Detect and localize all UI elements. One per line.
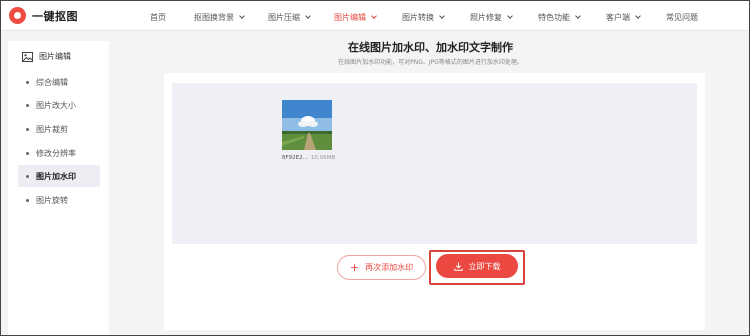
plus-icon: + bbox=[349, 261, 360, 274]
nav-image-edit[interactable]: 图片编辑 bbox=[334, 12, 377, 23]
nav-special-features[interactable]: 特色功能 bbox=[538, 12, 581, 23]
sidebar-item-label: 图片裁剪 bbox=[36, 124, 68, 134]
sidebar-item-label: 图片改大小 bbox=[36, 100, 76, 110]
chevron-down-icon bbox=[439, 13, 445, 19]
sidebar-heading-label: 图片编辑 bbox=[39, 52, 71, 61]
nav-label: 照片修复 bbox=[470, 13, 502, 22]
nav-label: 图片编辑 bbox=[334, 13, 366, 22]
chevron-down-icon bbox=[575, 13, 581, 19]
thumbnail-image bbox=[282, 100, 332, 150]
nav-home[interactable]: 首页 bbox=[150, 12, 166, 23]
top-navigation-bar: 一键抠图 首页 抠图换背景 图片压缩 图片编辑 图片转换 照片修复 特色功能 客… bbox=[1, 1, 749, 31]
file-info: 8F92E2... 10.06MB bbox=[282, 155, 335, 161]
nav-image-convert[interactable]: 图片转换 bbox=[402, 12, 445, 23]
nav-label: 首页 bbox=[150, 13, 166, 22]
add-again-label: 再次添加水印 bbox=[365, 263, 414, 272]
watermark-card: 8F92E2... 10.06MB + 再次添加水印 bbox=[164, 73, 705, 330]
add-watermark-again-button[interactable]: + 再次添加水印 bbox=[337, 255, 426, 280]
nav-cutout-background[interactable]: 抠图换背景 bbox=[194, 12, 245, 23]
bullet bbox=[26, 127, 29, 131]
upload-dropzone[interactable]: 8F92E2... 10.06MB bbox=[172, 83, 697, 244]
file-name: 8F92E2... bbox=[282, 155, 308, 161]
nav-label: 特色功能 bbox=[538, 13, 570, 22]
page-title: 在线图片加水印、加水印文字制作 bbox=[348, 41, 513, 54]
chevron-down-icon bbox=[305, 13, 311, 19]
download-icon bbox=[453, 262, 463, 271]
nav-client[interactable]: 客户端 bbox=[606, 12, 641, 23]
sidebar: 图片编辑 综合编辑 图片改大小 图片裁剪 修改分辨率 图片加水印 图片旋转 bbox=[8, 41, 109, 336]
chevron-down-icon bbox=[371, 13, 377, 19]
image-thumbnail[interactable] bbox=[282, 100, 332, 150]
chevron-down-icon bbox=[239, 13, 245, 19]
sidebar-item-crop[interactable]: 图片裁剪 bbox=[18, 118, 100, 140]
download-label: 立即下载 bbox=[468, 261, 501, 271]
nav-label: 客户端 bbox=[606, 13, 630, 22]
logo-icon bbox=[9, 7, 26, 24]
nav-photo-repair[interactable]: 照片修复 bbox=[470, 12, 513, 23]
nav-label: 抠图换背景 bbox=[194, 13, 234, 22]
bullet bbox=[26, 151, 29, 155]
brand-logo[interactable]: 一键抠图 bbox=[9, 7, 78, 24]
sidebar-item-label: 综合编辑 bbox=[36, 77, 68, 87]
nav-label: 图片转换 bbox=[402, 13, 434, 22]
main-content: 在线图片加水印、加水印文字制作 在线图片加水印功能，可对PNG、JPG等格式的图… bbox=[112, 31, 749, 336]
file-size: 10.06MB bbox=[310, 155, 336, 161]
bullet bbox=[26, 198, 29, 202]
chevron-down-icon bbox=[635, 13, 641, 19]
bullet bbox=[26, 174, 29, 178]
sidebar-item-resolution[interactable]: 修改分辨率 bbox=[18, 142, 100, 164]
nav-image-compress[interactable]: 图片压缩 bbox=[268, 12, 311, 23]
nav-faq[interactable]: 常见问题 bbox=[666, 12, 698, 23]
download-now-button[interactable]: 立即下载 bbox=[436, 254, 518, 278]
brand-name: 一键抠图 bbox=[32, 9, 78, 23]
sidebar-item-resize[interactable]: 图片改大小 bbox=[18, 94, 100, 116]
sidebar-item-general-edit[interactable]: 综合编辑 bbox=[18, 71, 100, 93]
nav-label: 图片压缩 bbox=[268, 13, 300, 22]
chevron-down-icon bbox=[507, 13, 513, 19]
sidebar-item-label: 图片加水印 bbox=[36, 171, 76, 181]
sidebar-item-label: 图片旋转 bbox=[36, 195, 68, 205]
sidebar-item-rotate[interactable]: 图片旋转 bbox=[18, 189, 100, 211]
sidebar-item-watermark[interactable]: 图片加水印 bbox=[18, 165, 100, 187]
sidebar-item-label: 修改分辨率 bbox=[36, 148, 76, 158]
page-subtitle: 在线图片加水印功能，可对PNG、JPG等格式的图片进行加水印处理。 bbox=[338, 59, 523, 66]
nav-label: 常见问题 bbox=[666, 13, 698, 22]
image-edit-icon bbox=[22, 51, 33, 62]
sidebar-heading: 图片编辑 bbox=[22, 51, 71, 62]
bullet bbox=[26, 103, 29, 107]
bullet bbox=[26, 80, 29, 84]
